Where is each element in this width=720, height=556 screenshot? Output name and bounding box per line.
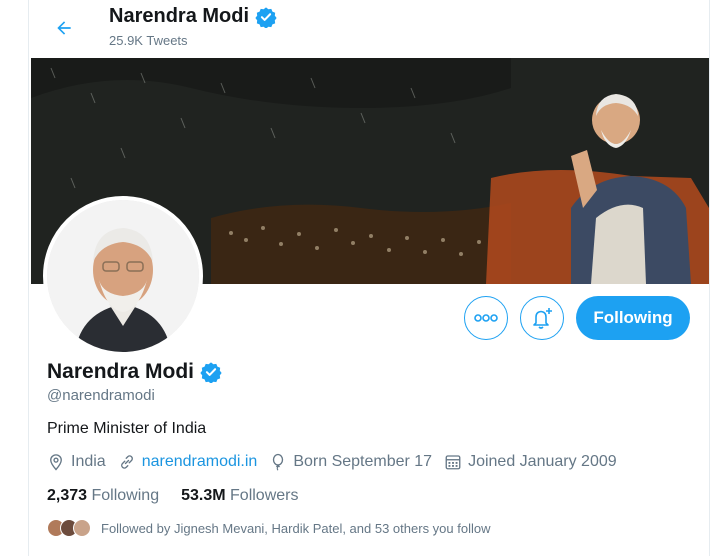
- followed-by-text: Followed by Jignesh Mevani, Hardik Patel…: [101, 520, 491, 536]
- tweet-count: 25.9K Tweets: [109, 33, 188, 48]
- website-item: narendramodi.in: [118, 453, 258, 471]
- header-title: Narendra Modi: [109, 5, 277, 28]
- profile-header-bar: Narendra Modi 25.9K Tweets: [29, 0, 709, 56]
- follow-stats: 2,373 Following 53.3M Followers: [47, 487, 298, 505]
- location-pin-icon: [50, 454, 62, 471]
- notifications-button[interactable]: [520, 296, 564, 340]
- location-item: India: [47, 453, 106, 471]
- followers-count: 53.3M: [181, 487, 226, 504]
- more-options-button[interactable]: [464, 296, 508, 340]
- avatar-image: [47, 200, 199, 352]
- profile-name: Narendra Modi: [47, 360, 195, 383]
- joined-item: Joined January 2009: [444, 453, 617, 471]
- bell-plus-icon: [533, 308, 552, 329]
- profile-avatar[interactable]: [43, 196, 203, 356]
- joined-text: Joined January 2009: [468, 453, 617, 470]
- following-stat[interactable]: 2,373 Following: [47, 487, 159, 505]
- profile-page: Narendra Modi 25.9K Tweets Following Nar…: [28, 0, 710, 556]
- back-button[interactable]: [49, 13, 79, 43]
- avatar: [73, 519, 91, 537]
- link-icon: [120, 455, 133, 469]
- followed-by-row[interactable]: Followed by Jignesh Mevani, Hardik Patel…: [47, 519, 491, 537]
- balloon-icon: [273, 453, 284, 471]
- verified-badge-icon: [255, 6, 277, 28]
- profile-bio: Prime Minister of India: [47, 420, 207, 437]
- followed-by-avatars: [47, 519, 91, 537]
- birthday-text: Born September 17: [293, 453, 433, 470]
- verified-badge-icon: [200, 362, 222, 383]
- birthday-item: Born September 17: [269, 453, 432, 471]
- following-count: 2,373: [47, 487, 88, 504]
- following-button[interactable]: Following: [576, 296, 690, 340]
- header-name: Narendra Modi: [109, 5, 250, 27]
- profile-name-row: Narendra Modi: [47, 360, 222, 384]
- more-dots-icon: [474, 314, 498, 322]
- location-text: India: [71, 453, 106, 470]
- followers-label: Followers: [230, 487, 299, 504]
- arrow-left-icon: [57, 21, 71, 35]
- calendar-icon: [445, 455, 461, 470]
- profile-meta: India narendramodi.in Born September 17: [47, 453, 629, 471]
- following-label: Following: [91, 487, 160, 504]
- followers-stat[interactable]: 53.3M Followers: [181, 487, 298, 505]
- profile-handle: @narendramodi: [47, 387, 155, 404]
- website-link[interactable]: narendramodi.in: [142, 453, 258, 471]
